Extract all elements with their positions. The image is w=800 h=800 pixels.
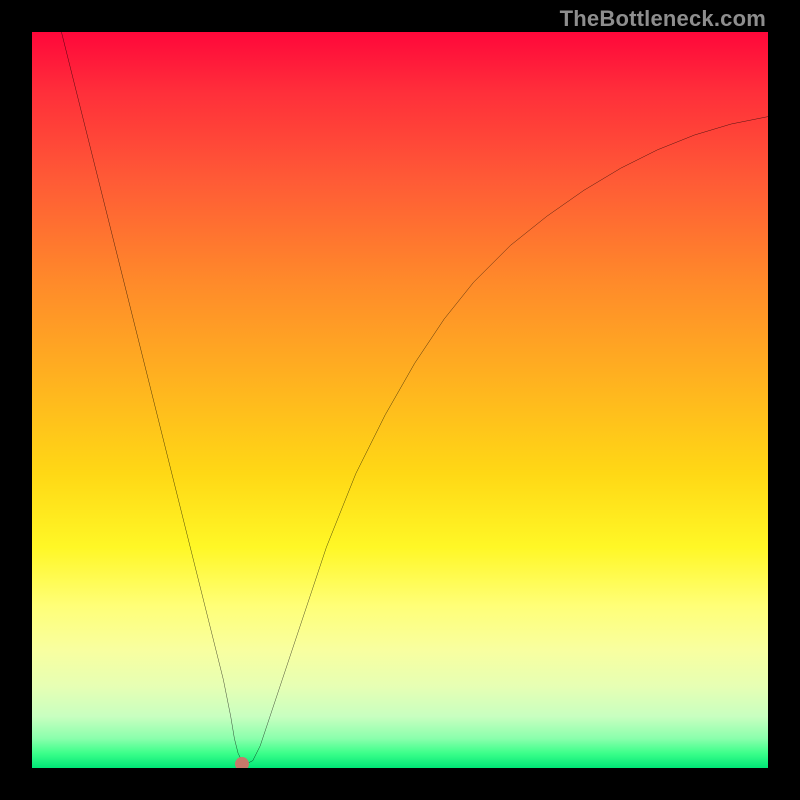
curve-layer	[32, 32, 768, 768]
watermark-text: TheBottleneck.com	[560, 6, 766, 32]
bottleneck-curve	[32, 32, 768, 768]
minimum-marker-dot	[235, 757, 249, 768]
chart-area	[32, 32, 768, 768]
